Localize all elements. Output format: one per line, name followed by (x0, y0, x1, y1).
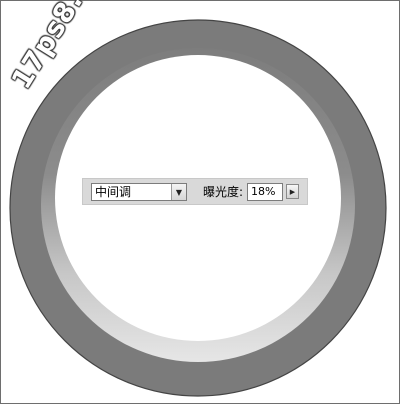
triangle-right-icon[interactable]: ▶ (286, 184, 299, 199)
exposure-toolbar: 中间调 ▼ 曝光度: 18% ▶ (82, 178, 308, 205)
exposure-label: 曝光度: (203, 185, 244, 199)
triangle-down-icon[interactable]: ▼ (171, 184, 186, 200)
range-select[interactable]: 中间调 ▼ (91, 183, 187, 201)
exposure-input[interactable]: 18% (247, 183, 283, 201)
range-select-value: 中间调 (95, 185, 132, 199)
